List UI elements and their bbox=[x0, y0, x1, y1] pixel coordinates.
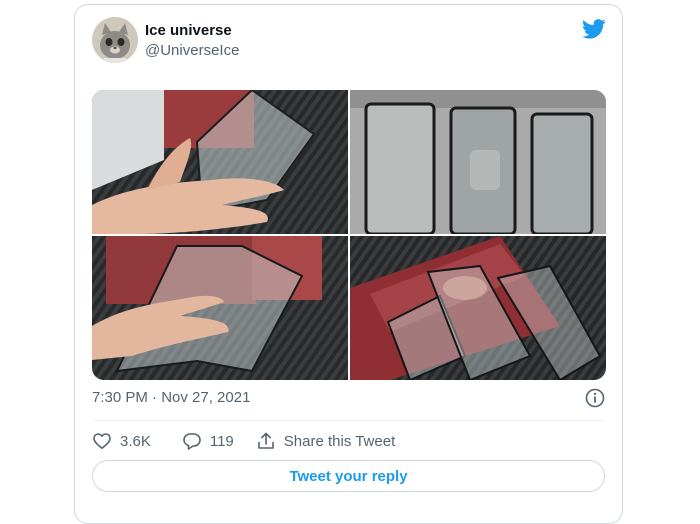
info-icon[interactable] bbox=[585, 388, 605, 408]
tweet-timestamp[interactable]: 7:30 PM · Nov 27, 2021 bbox=[92, 389, 250, 406]
author-handle[interactable]: @UniverseIce bbox=[145, 42, 239, 59]
share-button[interactable]: Share this Tweet bbox=[256, 431, 395, 451]
like-count: 3.6K bbox=[120, 432, 151, 450]
media-grid bbox=[92, 90, 606, 380]
media-photo-4[interactable] bbox=[350, 236, 606, 380]
twitter-bird-icon[interactable] bbox=[582, 19, 606, 39]
share-icon bbox=[257, 432, 274, 449]
avatar[interactable] bbox=[92, 17, 138, 63]
tweet-card: Ice universe @UniverseIce 7:30 PM · Nov … bbox=[74, 4, 623, 524]
like-button[interactable]: 3.6K bbox=[92, 431, 151, 451]
author-name[interactable]: Ice universe bbox=[145, 22, 232, 39]
reply-bubble-icon bbox=[183, 433, 201, 450]
heart-icon bbox=[93, 433, 111, 449]
cat-avatar-image bbox=[92, 17, 138, 63]
media-photo-3[interactable] bbox=[92, 236, 348, 380]
share-label: Share this Tweet bbox=[283, 432, 396, 450]
divider bbox=[92, 420, 605, 421]
reply-button-label: Tweet your reply bbox=[289, 467, 408, 485]
media-photo-1[interactable] bbox=[92, 90, 348, 234]
media-photo-2[interactable] bbox=[350, 90, 606, 234]
reply-button[interactable]: 119 bbox=[182, 431, 234, 451]
reply-count: 119 bbox=[209, 432, 234, 450]
tweet-actions: 3.6K 119 Share this Tweet bbox=[92, 428, 395, 454]
tweet-your-reply-button[interactable]: Tweet your reply bbox=[92, 460, 605, 492]
